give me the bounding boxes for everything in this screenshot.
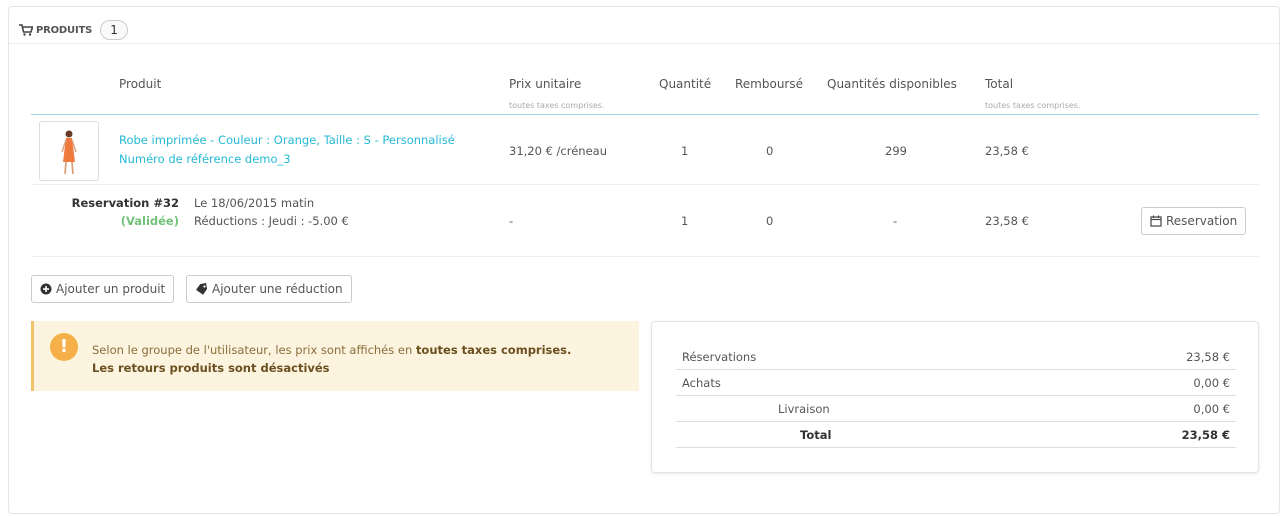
summary-row-total: Total 23,58 €: [676, 422, 1236, 448]
reservation-button-label: Reservation: [1166, 214, 1238, 228]
cart-icon: [19, 24, 33, 36]
header-product: Produit: [119, 77, 162, 91]
alert-text: Selon le groupe de l'utilisateur, les pr…: [92, 341, 571, 377]
header-total: Total: [985, 77, 1014, 91]
add-product-button[interactable]: Ajouter un produit: [31, 275, 175, 303]
reservation-button[interactable]: Reservation: [1141, 207, 1247, 235]
summary-total-value: 23,58 €: [1181, 428, 1230, 442]
header-available: Quantités disponibles: [827, 77, 957, 91]
product-total: 23,58 €: [985, 144, 1029, 158]
summary-purchases-label: Achats: [682, 376, 721, 390]
header-refunded: Remboursé: [735, 77, 804, 91]
row-divider: [31, 184, 1259, 185]
warning-icon: !: [50, 333, 78, 361]
row-divider: [31, 256, 1259, 257]
plus-circle-icon: [40, 283, 52, 295]
add-product-label: Ajouter un produit: [56, 282, 166, 296]
reservation-refunded: 0: [766, 214, 774, 228]
summary-total-label: Total: [800, 428, 832, 442]
summary-reservations-value: 23,58 €: [1186, 350, 1230, 364]
dress-image: [61, 130, 77, 175]
panel-title: PRODUITS: [36, 24, 93, 36]
summary-row-reservations: Réservations 23,58 €: [676, 344, 1236, 370]
product-count-badge: 1: [100, 20, 129, 40]
reservation-discount: Réductions : Jeudi : -5.00 €: [194, 214, 349, 228]
product-reference-link[interactable]: Numéro de référence demo_3: [119, 152, 291, 166]
reservation-total: 23,58 €: [985, 214, 1029, 228]
product-quantity: 1: [681, 144, 689, 158]
header-unit-price-sub: toutes taxes comprises.: [509, 101, 605, 110]
product-unit-price: 31,20 € /créneau: [509, 144, 607, 158]
header-total-sub: toutes taxes comprises.: [985, 101, 1081, 110]
calendar-icon: [1150, 215, 1162, 227]
heading-divider: [9, 43, 1279, 44]
panel-heading: PRODUITS 1: [19, 19, 129, 41]
alert-text-bold: toutes taxes comprises.: [415, 343, 572, 357]
summary-shipping-label: Livraison: [778, 402, 830, 416]
alert-line2: Les retours produits sont désactivés: [92, 361, 330, 375]
summary-row-purchases: Achats 0,00 €: [676, 370, 1236, 396]
alert-text-prefix: Selon le groupe de l'utilisateur, les pr…: [92, 343, 416, 357]
product-available: 299: [885, 144, 907, 158]
products-panel: PRODUITS 1 Produit Prix unitaire toutes …: [8, 6, 1280, 514]
order-summary: Réservations 23,58 € Achats 0,00 € Livra…: [651, 321, 1259, 473]
reservation-quantity: 1: [681, 214, 689, 228]
summary-purchases-value: 0,00 €: [1193, 376, 1230, 390]
summary-shipping-value: 0,00 €: [1193, 402, 1230, 416]
reservation-unit-price: -: [509, 214, 514, 228]
reservation-label: Reservation #32: [71, 196, 179, 210]
reservation-date: Le 18/06/2015 matin: [194, 196, 315, 210]
table-header-divider: [31, 114, 1259, 115]
tax-info-alert: ! Selon le groupe de l'utilisateur, les …: [31, 321, 639, 391]
product-thumbnail[interactable]: [39, 121, 99, 181]
add-discount-button[interactable]: Ajouter une réduction: [186, 275, 352, 303]
product-name-link[interactable]: Robe imprimée - Couleur : Orange, Taille…: [119, 133, 455, 147]
tag-icon: [195, 283, 208, 295]
header-unit-price: Prix unitaire: [509, 77, 582, 91]
reservation-available: -: [893, 214, 898, 228]
reservation-status: (Validée): [120, 214, 179, 228]
add-discount-label: Ajouter une réduction: [212, 282, 343, 296]
summary-row-shipping: Livraison 0,00 €: [676, 396, 1236, 422]
product-refunded: 0: [766, 144, 774, 158]
header-quantity: Quantité: [659, 77, 712, 91]
summary-reservations-label: Réservations: [682, 350, 757, 364]
